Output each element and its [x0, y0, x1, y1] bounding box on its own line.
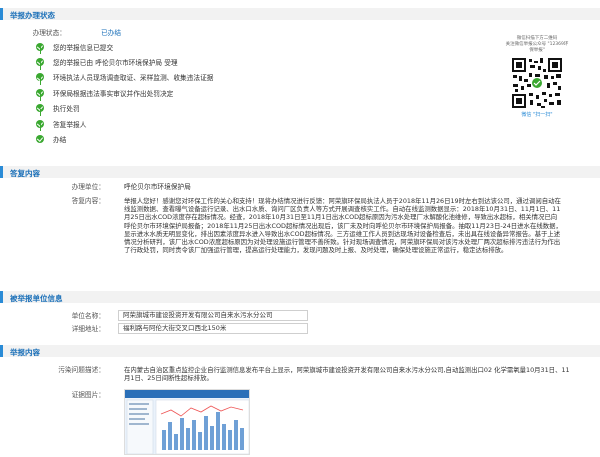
status-value: 已办结 — [101, 29, 122, 37]
reported-unit-address-label: 详细地址： — [71, 325, 105, 333]
reported-unit-address-field: 福利路与阿伦大街交叉口西北150米 — [118, 323, 308, 334]
timeline-step-label: 答复举报人 — [53, 120, 87, 129]
reply-section-title: 答复内容 — [10, 168, 40, 178]
reply-content-text: 举报人您好！感谢您对环保工作的关心和支持！现将办结情况进行反馈：阿荣旗环保局执法… — [124, 197, 562, 255]
timeline-step-label: 您的举报信息已提交 — [53, 43, 114, 52]
status-label: 办理状态： — [32, 29, 66, 37]
timeline-step: 环境执法人员现场调查取证、采样监测、收集违法证据 — [36, 70, 336, 86]
qr-scan-label: 微信 "扫一扫" — [521, 112, 553, 118]
problem-label: 污染问题描述： — [58, 366, 105, 374]
progress-timeline: 您的举报信息已提交 您的举报已由 呼伦贝尔市环境保护局 受理 环境执法人员现场调… — [36, 39, 336, 147]
timeline-step: 执行处罚 — [36, 101, 336, 116]
reported-unit-name-label: 单位名称： — [71, 312, 105, 320]
reply-unit-value: 呼伦贝尔市环境保护局 — [124, 183, 191, 191]
qr-code-icon — [511, 57, 563, 109]
reported-unit-section-header: 被举报单位信息 — [0, 291, 600, 303]
timeline-step-label: 执行处罚 — [53, 105, 80, 114]
report-content-section-header: 举报内容 — [0, 345, 600, 357]
evidence-label: 证据图片： — [71, 391, 105, 399]
wechat-qr-panel: 微信扫描下方二维码 关注微信举报公众号 "12369环保举报" 微信 "扫一扫" — [504, 36, 570, 118]
timeline-step-label: 环境执法人员现场调查取证、采样监测、收集违法证据 — [53, 74, 214, 83]
reported-unit-section-title: 被举报单位信息 — [10, 293, 63, 303]
evidence-image[interactable] — [124, 389, 250, 455]
timeline-step-label: 您的举报已由 呼伦贝尔市环境保护局 受理 — [53, 59, 178, 68]
qr-caption-sub: 关注微信举报公众号 "12369环保举报" — [505, 42, 569, 53]
status-section-title: 举报办理状态 — [10, 10, 55, 20]
timeline-step: 您的举报信息已提交 — [36, 39, 336, 55]
timeline-step: 答复举报人 — [36, 116, 336, 132]
timeline-step-label: 办结 — [53, 136, 67, 145]
timeline-step: 办结 — [36, 131, 336, 146]
reply-content-label: 答复内容： — [71, 197, 105, 205]
status-section-header: 举报办理状态 — [0, 8, 600, 20]
timeline-step-label: 环保局根据违法事实审议并作出处罚决定 — [53, 89, 174, 98]
reply-section-header: 答复内容 — [0, 166, 600, 178]
reply-unit-label: 办理单位： — [71, 183, 105, 191]
problem-text: 在内蒙古自治区重点监控企业自行监测信息发布平台上显示，阿荣旗城市建设投资开发有限… — [124, 366, 570, 383]
reported-unit-name-field: 阿荣旗城市建设投资开发有限公司自来水污水分公司 — [118, 310, 308, 321]
check-icon — [36, 135, 44, 144]
report-content-section-title: 举报内容 — [10, 347, 40, 357]
timeline-step: 您的举报已由 呼伦贝尔市环境保护局 受理 — [36, 54, 336, 70]
timeline-step: 环保局根据违法事实审议并作出处罚决定 — [36, 85, 336, 101]
